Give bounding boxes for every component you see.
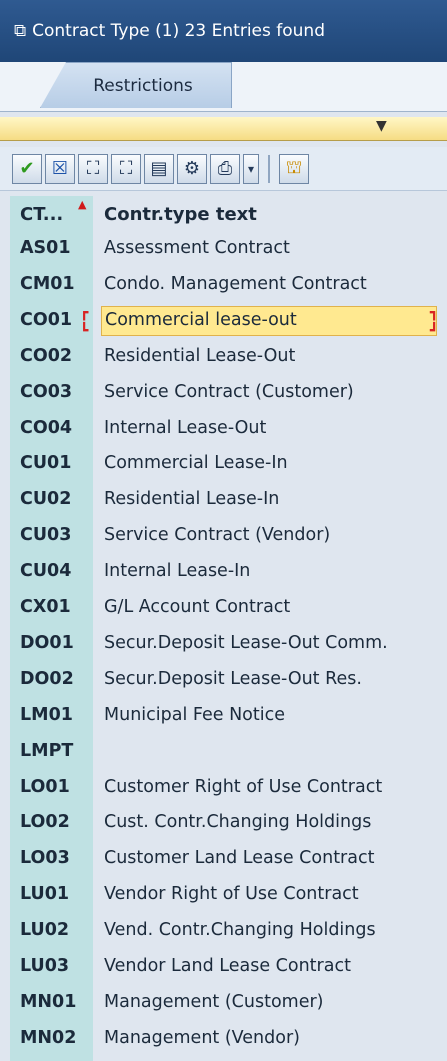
contract-type-text: Vendor Land Lease Contract xyxy=(104,956,351,976)
export-icon[interactable]: ▤ xyxy=(144,153,174,184)
table-row[interactable]: CO03 Service Contract (Customer) xyxy=(0,376,447,410)
contract-type-code: DO02 xyxy=(20,668,74,689)
contract-type-code: CX01 xyxy=(20,597,71,617)
contract-type-code: LO01 xyxy=(20,776,70,797)
contract-type-code: CO04 xyxy=(20,417,73,438)
contract-type-text: Assessment Contract xyxy=(104,238,290,258)
column-header-text[interactable]: Contr.type text xyxy=(104,204,257,225)
contract-type-text: Residential Lease-Out xyxy=(104,345,296,366)
dropdown-icon[interactable]: ▾ xyxy=(243,153,259,184)
table-row[interactable]: LO02 Cust. Contr.Changing Holdings xyxy=(0,806,447,840)
contract-type-code: LM01 xyxy=(20,704,73,725)
contract-type-text: Secur.Deposit Lease-Out Comm. xyxy=(104,632,388,653)
contract-type-code: CU01 xyxy=(20,453,72,474)
results-table: CT... ▲ Contr.type text AS01 Assessment C… xyxy=(0,196,447,1061)
pin-icon[interactable]: ⛫ xyxy=(279,153,309,184)
table-row[interactable]: DO01 Secur.Deposit Lease-Out Comm. xyxy=(0,627,447,661)
table-row[interactable]: MN01 Management (Customer) xyxy=(0,986,447,1020)
contract-type-text: Condo. Management Contract xyxy=(104,273,367,294)
table-row[interactable]: LM01 Municipal Fee Notice xyxy=(0,699,447,733)
contract-type-text: Internal Lease-Out xyxy=(104,417,267,438)
contract-type-text: Commercial Lease-In xyxy=(104,453,288,474)
contract-type-text: Internal Lease-In xyxy=(104,561,251,582)
contract-type-code: CU02 xyxy=(20,489,72,510)
contract-type-text: Vend. Contr.Changing Holdings xyxy=(104,920,376,941)
contract-type-text: Residential Lease-In xyxy=(104,489,280,510)
contract-type-code: LMPT xyxy=(20,740,74,761)
contract-type-code: LO03 xyxy=(20,848,70,869)
check-icon[interactable]: ✔ xyxy=(12,153,42,184)
table-row[interactable]: LU01 Vendor Right of Use Contract xyxy=(0,878,447,912)
contract-type-text: Cust. Contr.Changing Holdings xyxy=(104,812,372,833)
table-row[interactable]: LU02 Vend. Contr.Changing Holdings xyxy=(0,914,447,948)
table-row[interactable]: AS01 Assessment Contract xyxy=(0,232,447,266)
table-row[interactable]: CX01 G/L Account Contract xyxy=(0,591,447,625)
contract-type-code: CU04 xyxy=(20,561,72,582)
contract-type-code: LU01 xyxy=(20,884,70,905)
contract-type-text: Vendor Right of Use Contract xyxy=(104,884,359,905)
contract-type-text: G/L Account Contract xyxy=(104,597,291,617)
selection-corner-bl-icon: ┗ xyxy=(80,322,89,339)
selection-corner-tl-icon: ┏ xyxy=(80,304,89,321)
contract-type-code: MN01 xyxy=(20,991,77,1012)
contract-type-code: LO02 xyxy=(20,812,70,833)
contract-type-text: Secur.Deposit Lease-Out Res. xyxy=(104,668,362,689)
contract-type-text: Municipal Fee Notice xyxy=(104,704,285,725)
contract-type-code: CO02 xyxy=(20,345,73,366)
table-row[interactable]: MN02 Management (Vendor) xyxy=(0,1022,447,1056)
column-header-ct[interactable]: CT... xyxy=(20,204,63,225)
table-row[interactable]: LO01 Customer Right of Use Contract xyxy=(0,771,447,805)
window-title: Contract Type (1) 23 Entries found xyxy=(32,21,325,41)
table-row[interactable]: CU02 Residential Lease-In xyxy=(0,483,447,517)
collapse-triangle-icon[interactable]: ▼ xyxy=(376,118,387,134)
contract-type-text: Customer Land Lease Contract xyxy=(104,848,375,869)
toolbar-separator xyxy=(268,154,270,183)
table-row[interactable]: CO02 Residential Lease-Out xyxy=(0,340,447,374)
table-row[interactable]: CU03 Service Contract (Vendor) xyxy=(0,519,447,553)
table-row[interactable]: DO02 Secur.Deposit Lease-Out Res. xyxy=(0,663,447,697)
contract-type-code: LU03 xyxy=(20,956,70,976)
contract-type-code: CO01 xyxy=(20,309,73,330)
tab-strip: Restrictions xyxy=(0,62,447,112)
contract-type-code: MN02 xyxy=(20,1027,77,1048)
table-row[interactable]: CM01 Condo. Management Contract xyxy=(0,268,447,302)
contract-type-text: Customer Right of Use Contract xyxy=(104,776,383,797)
window-icon: ⧉ xyxy=(14,21,27,41)
contract-type-code: CU03 xyxy=(20,525,72,546)
sort-ascending-icon: ▲ xyxy=(78,198,87,211)
contract-type-text: Management (Customer) xyxy=(104,991,324,1012)
selection-corner-br-icon: ┛ xyxy=(430,322,439,339)
title-bar: ⧉ Contract Type (1) 23 Entries found xyxy=(0,0,447,62)
table-row[interactable]: LO03 Customer Land Lease Contract xyxy=(0,842,447,876)
find-icon[interactable]: ⛶ xyxy=(78,153,108,184)
selection-corner-tr-icon: ┓ xyxy=(430,304,439,321)
contract-type-code: CM01 xyxy=(20,273,75,294)
contract-type-code: LU02 xyxy=(20,920,70,941)
restrictions-collapse-bar[interactable]: ▼ xyxy=(0,117,447,141)
contract-type-text: Service Contract (Vendor) xyxy=(104,525,331,546)
contract-type-text: Management (Vendor) xyxy=(104,1027,300,1048)
table-header: CT... ▲ Contr.type text xyxy=(0,196,447,232)
contract-type-text: Service Contract (Customer) xyxy=(104,381,354,402)
table-row[interactable]: LU03 Vendor Land Lease Contract xyxy=(0,950,447,984)
cancel-icon[interactable]: ☒ xyxy=(45,153,75,184)
tab-restrictions[interactable]: Restrictions xyxy=(40,62,232,108)
table-row[interactable]: CO01 Commercial lease-out ┏ ┗ ┓ ┛ xyxy=(0,304,447,338)
table-row[interactable]: CU01 Commercial Lease-In xyxy=(0,447,447,481)
table-row[interactable]: CU04 Internal Lease-In xyxy=(0,555,447,589)
toolbar: ✔ ☒ ⛶ ⛶ ▤ ⚙ ⎙ ▾ ⛫ xyxy=(0,147,447,191)
contract-type-code: DO01 xyxy=(20,632,74,653)
print-icon[interactable]: ⎙ xyxy=(210,153,240,184)
find-next-icon[interactable]: ⛶ xyxy=(111,153,141,184)
info-icon[interactable]: ⚙ xyxy=(177,153,207,184)
contract-type-code: AS01 xyxy=(20,238,71,258)
contract-type-text: Commercial lease-out xyxy=(101,305,437,336)
table-row[interactable]: LMPT xyxy=(0,735,447,769)
contract-type-code: CO03 xyxy=(20,381,73,402)
table-row[interactable]: CO04 Internal Lease-Out xyxy=(0,412,447,446)
